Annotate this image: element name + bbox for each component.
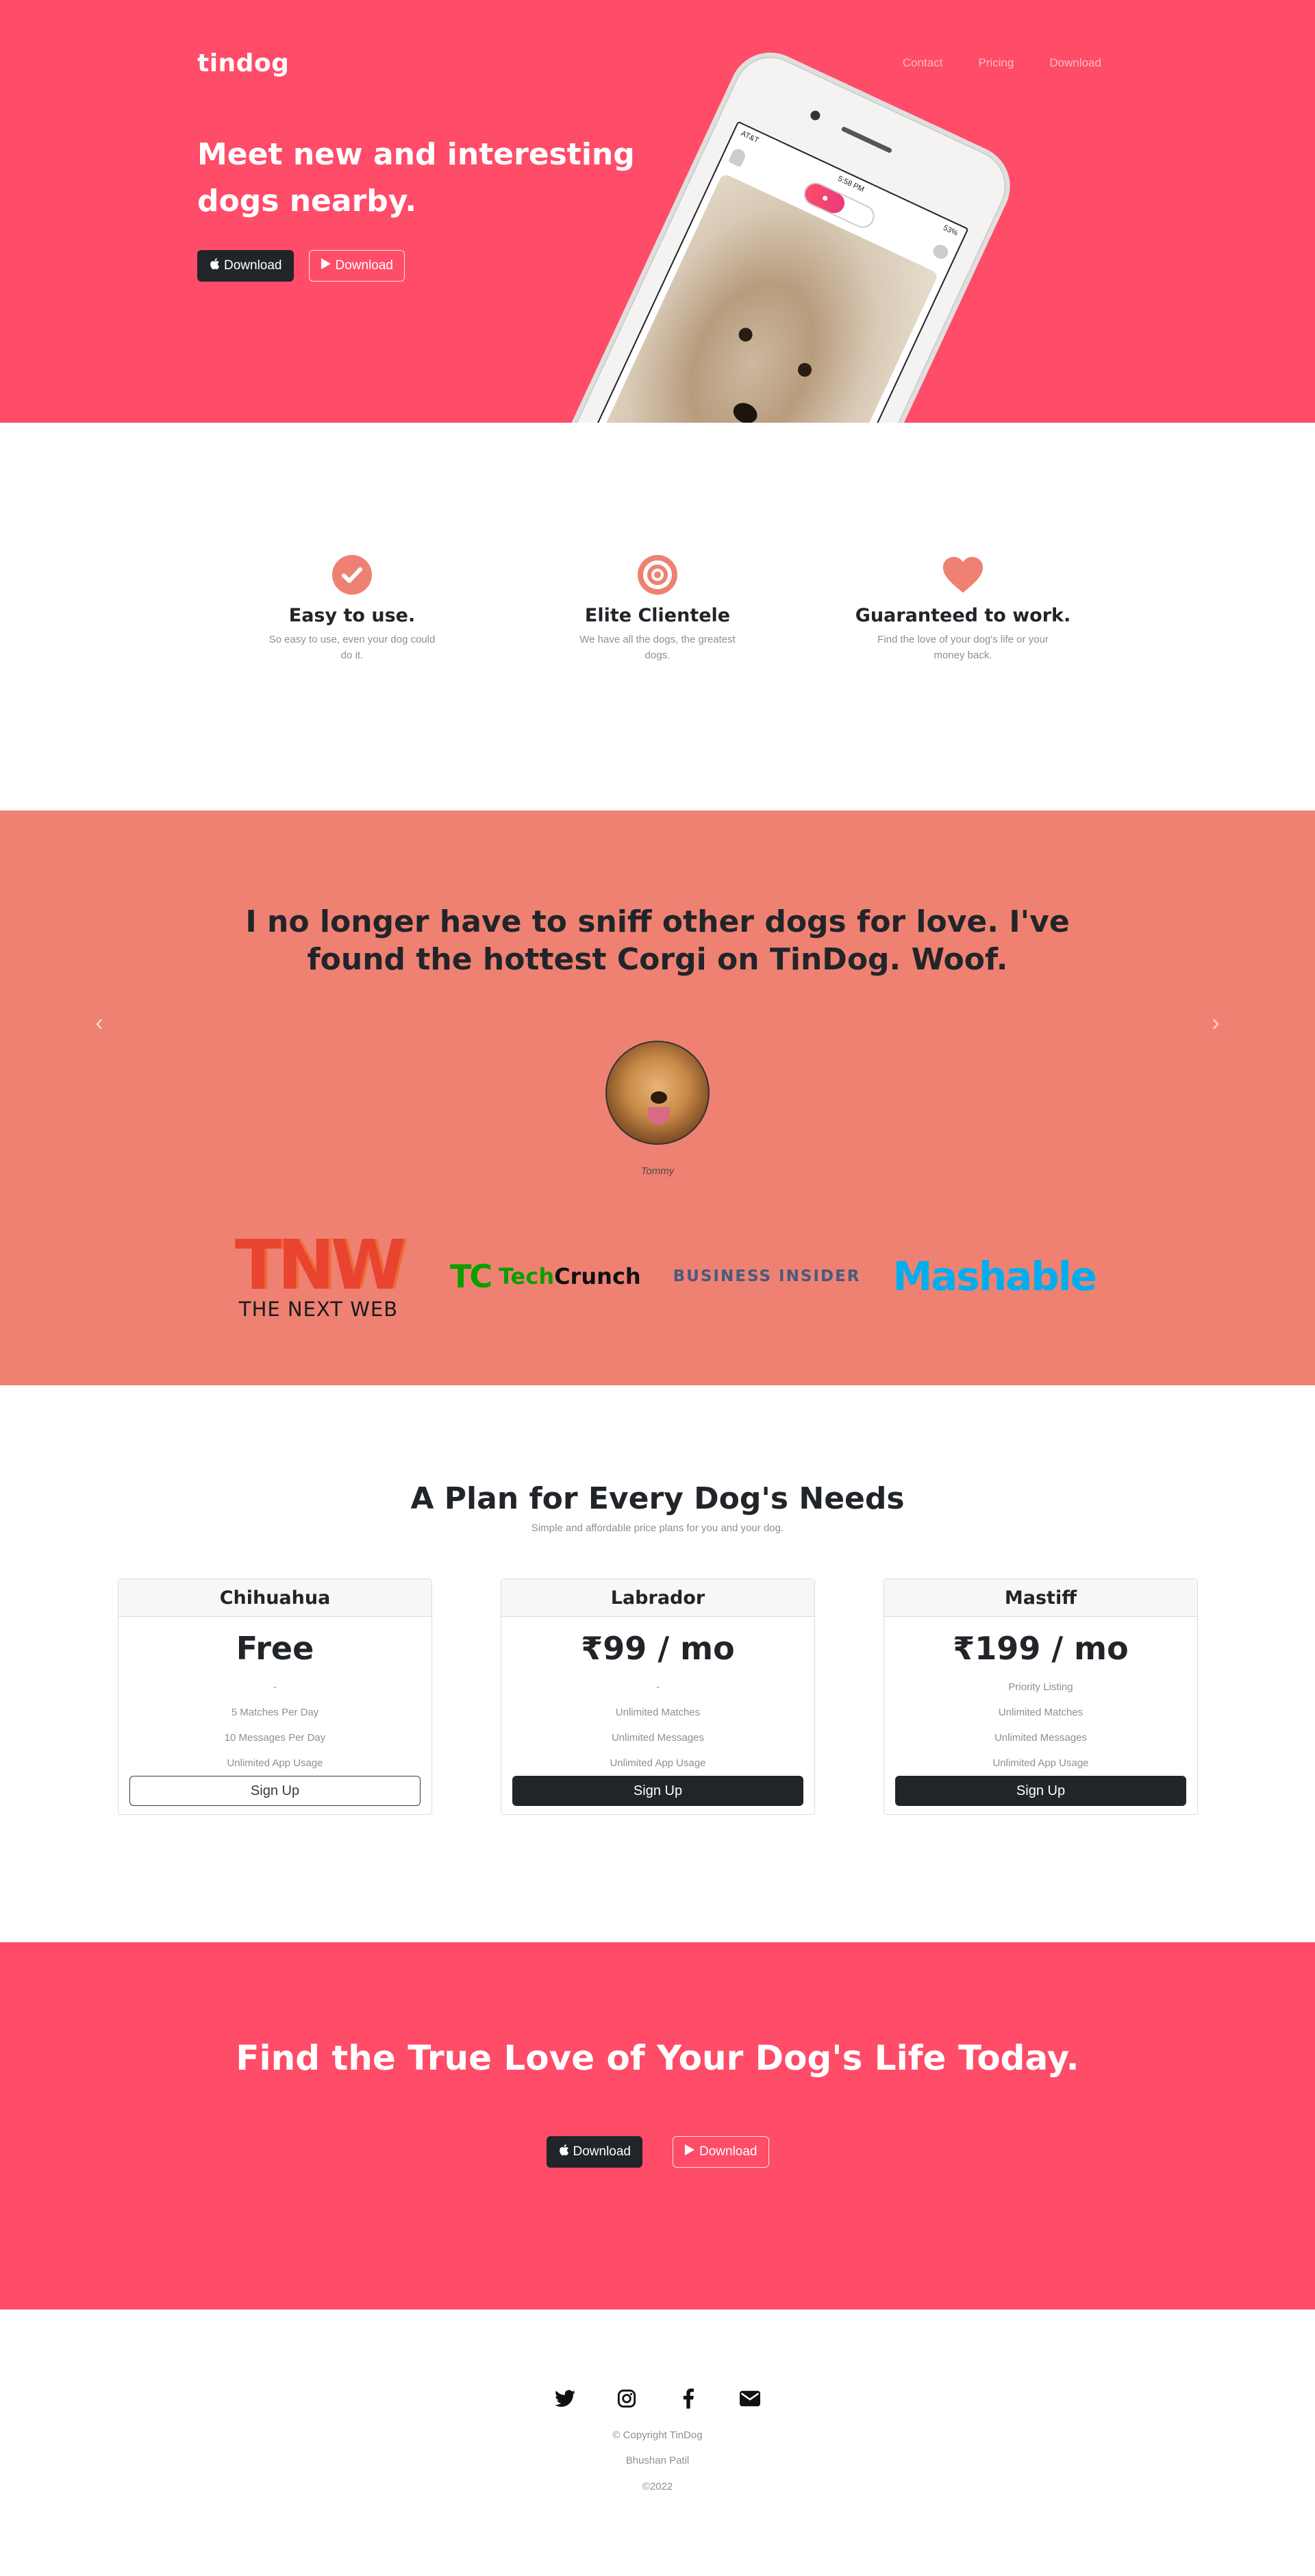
dog-eye-left bbox=[736, 325, 755, 344]
footer-year: ©2022 bbox=[642, 2481, 673, 2492]
testimonials-section: ‹ I no longer have to sniff other dogs f… bbox=[0, 810, 1315, 1385]
cta-play-download-button[interactable]: Download bbox=[673, 2136, 769, 2168]
plan-feature: Unlimited Matches bbox=[615, 1707, 701, 1718]
feature-text: So easy to use, even your dog could do i… bbox=[268, 634, 436, 661]
plan-feature: Unlimited App Usage bbox=[610, 1757, 706, 1769]
play-download-button[interactable]: Download bbox=[308, 250, 405, 282]
feature-title: Easy to use. bbox=[288, 605, 416, 626]
techcrunch-logo: TC TechCrunch bbox=[449, 1258, 641, 1295]
hero-title: Meet new and interesting dogs nearby. bbox=[197, 137, 635, 219]
envelope-icon[interactable] bbox=[738, 2386, 762, 2411]
play-download-label: Download bbox=[335, 258, 394, 273]
pricing-title: A Plan for Every Dog's Needs bbox=[410, 1481, 905, 1516]
brand-logo[interactable]: tindog bbox=[197, 49, 289, 77]
testimonial-avatar bbox=[605, 1041, 710, 1145]
bullseye-icon bbox=[637, 554, 678, 595]
apple-download-button[interactable]: Download bbox=[197, 250, 294, 282]
check-circle-icon bbox=[331, 554, 373, 595]
plan-feature: 10 Messages Per Day bbox=[224, 1732, 326, 1744]
pricing-card-mastiff: Mastiff ₹199 / mo Priority Listing Unlim… bbox=[884, 1578, 1198, 1815]
footer-copyright: © Copyright TinDog bbox=[612, 2429, 703, 2441]
plan-feature: Unlimited Matches bbox=[998, 1707, 1084, 1718]
feature-elite: Elite Clientele We have all the dogs, th… bbox=[541, 554, 774, 810]
feature-text: We have all the dogs, the greatest dogs. bbox=[579, 634, 736, 661]
phone-battery: 53% bbox=[942, 223, 960, 238]
feature-title: Elite Clientele bbox=[584, 605, 731, 626]
features-section: Easy to use. So easy to use, even your d… bbox=[0, 423, 1315, 810]
play-download-label: Download bbox=[699, 2144, 757, 2159]
dog-nose bbox=[729, 399, 761, 423]
twitter-icon[interactable] bbox=[553, 2386, 577, 2411]
carousel-next-arrow-icon[interactable]: › bbox=[1202, 1009, 1229, 1037]
footer: © Copyright TinDog Bhushan Patil ©2022 bbox=[0, 2309, 1315, 2576]
plan-price: Free bbox=[236, 1630, 314, 1667]
pricing-card-chihuahua: Chihuahua Free - 5 Matches Per Day 10 Me… bbox=[118, 1578, 432, 1815]
apple-icon bbox=[558, 2144, 569, 2160]
chat-icon bbox=[931, 242, 951, 262]
plan-features: - 5 Matches Per Day 10 Messages Per Day … bbox=[118, 1674, 431, 1776]
plan-features: Priority Listing Unlimited Matches Unlim… bbox=[884, 1674, 1197, 1776]
plan-feature: - bbox=[656, 1681, 660, 1693]
plan-features: - Unlimited Matches Unlimited Messages U… bbox=[501, 1674, 814, 1776]
social-links bbox=[0, 2386, 1315, 2411]
press-logos: TNW THE NEXT WEB TC TechCrunch BUSINESS … bbox=[219, 1224, 1097, 1324]
plan-name: Mastiff bbox=[884, 1579, 1197, 1617]
plan-feature: - bbox=[273, 1681, 277, 1693]
cta-title: Find the True Love of Your Dog's Life To… bbox=[236, 2038, 1079, 2078]
mashable-logo: Mashable bbox=[892, 1253, 1097, 1300]
instagram-icon[interactable] bbox=[614, 2386, 639, 2411]
plan-feature: Unlimited App Usage bbox=[227, 1757, 323, 1769]
cta-download-buttons: Download Download bbox=[0, 2136, 1315, 2168]
apple-icon bbox=[209, 258, 220, 274]
apple-download-label: Download bbox=[573, 2144, 631, 2159]
business-insider-logo: BUSINESS INSIDER bbox=[673, 1267, 861, 1285]
iphone-mockup: AT&T 5:58 PM 53% ● bbox=[524, 39, 1024, 423]
dog-eye-right bbox=[795, 360, 814, 380]
sign-up-button-labrador[interactable]: Sign Up bbox=[512, 1776, 803, 1806]
profile-icon bbox=[727, 147, 748, 168]
testimonial-quote: I no longer have to sniff other dogs for… bbox=[245, 904, 1070, 977]
plan-feature: 5 Matches Per Day bbox=[231, 1707, 319, 1718]
cta-apple-download-button[interactable]: Download bbox=[546, 2136, 642, 2168]
feature-easy: Easy to use. So easy to use, even your d… bbox=[236, 554, 468, 810]
nav-links: Contact Pricing Download bbox=[903, 56, 1101, 70]
hero-download-buttons: Download Download bbox=[197, 250, 405, 282]
google-play-icon bbox=[684, 2144, 695, 2160]
nav-link-contact[interactable]: Contact bbox=[903, 56, 943, 70]
apple-download-label: Download bbox=[224, 258, 282, 273]
hero-section: tindog Contact Pricing Download Meet new… bbox=[0, 0, 1315, 423]
plan-feature: Priority Listing bbox=[1008, 1681, 1073, 1693]
feature-guaranteed: Guaranteed to work. Find the love of you… bbox=[847, 554, 1079, 810]
tnw-logo: TNW THE NEXT WEB bbox=[234, 1224, 406, 1321]
navbar: tindog Contact Pricing Download bbox=[197, 49, 1101, 77]
heart-icon bbox=[942, 554, 984, 595]
feature-text: Find the love of your dog's life or your… bbox=[877, 634, 1049, 661]
feature-title: Guaranteed to work. bbox=[855, 605, 1071, 626]
plan-price: ₹99 / mo bbox=[581, 1630, 735, 1667]
plan-name: Labrador bbox=[501, 1579, 814, 1617]
phone-speaker bbox=[840, 125, 893, 154]
nav-link-pricing[interactable]: Pricing bbox=[978, 56, 1014, 70]
plan-feature: Unlimited Messages bbox=[994, 1732, 1088, 1744]
phone-camera bbox=[809, 109, 822, 122]
plan-price: ₹199 / mo bbox=[953, 1630, 1129, 1667]
sign-up-button-chihuahua[interactable]: Sign Up bbox=[129, 1776, 421, 1806]
plan-name: Chihuahua bbox=[118, 1579, 431, 1617]
pricing-card-labrador: Labrador ₹99 / mo - Unlimited Matches Un… bbox=[501, 1578, 815, 1815]
google-play-icon bbox=[321, 258, 331, 274]
facebook-icon[interactable] bbox=[676, 2386, 701, 2411]
carousel-prev-arrow-icon[interactable]: ‹ bbox=[86, 1009, 113, 1037]
pricing-cards: Chihuahua Free - 5 Matches Per Day 10 Me… bbox=[118, 1578, 1198, 1815]
pricing-section: A Plan for Every Dog's Needs Simple and … bbox=[0, 1385, 1315, 1942]
cta-section: Find the True Love of Your Dog's Life To… bbox=[0, 1942, 1315, 2309]
nav-link-download[interactable]: Download bbox=[1049, 56, 1101, 70]
footer-author: Bhushan Patil bbox=[625, 2455, 690, 2466]
plan-feature: Unlimited App Usage bbox=[992, 1757, 1089, 1769]
pricing-subtitle: Simple and affordable price plans for yo… bbox=[531, 1522, 784, 1534]
testimonial-name: Tommy bbox=[640, 1165, 675, 1177]
sign-up-button-mastiff[interactable]: Sign Up bbox=[895, 1776, 1186, 1806]
plan-feature: Unlimited Messages bbox=[611, 1732, 705, 1744]
